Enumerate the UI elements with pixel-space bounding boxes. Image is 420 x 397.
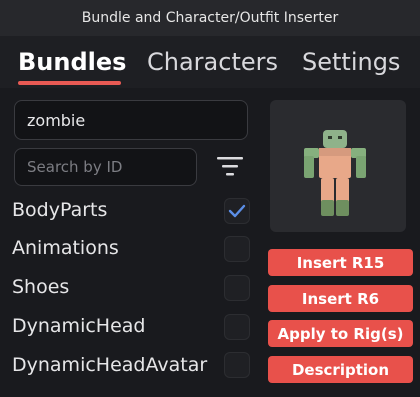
filter-icon[interactable]	[217, 157, 243, 177]
active-tab-indicator	[18, 81, 121, 85]
insert-r15-button[interactable]: Insert R15	[268, 249, 413, 276]
title-bar: Bundle and Character/Outfit Inserter	[0, 0, 420, 36]
search-by-id-input[interactable]: Search by ID	[14, 148, 197, 186]
bundle-search-input[interactable]: zombie	[14, 100, 248, 140]
filter-label-shoes: Shoes	[12, 276, 70, 298]
checkbox-dynamicheadavatar[interactable]	[224, 352, 250, 378]
filter-label-bodyparts: BodyParts	[12, 199, 108, 221]
checkbox-animations[interactable]	[224, 236, 250, 262]
checkbox-dynamichead[interactable]	[224, 314, 250, 340]
filter-label-dynamichead: DynamicHead	[12, 315, 146, 337]
filter-label-dynamicheadavatar: DynamicHeadAvatar	[12, 354, 208, 376]
tab-bar: Bundles Characters Settings	[0, 36, 420, 88]
apply-to-rig-button[interactable]: Apply to Rig(s)	[268, 320, 413, 347]
checkmark-icon	[228, 204, 246, 218]
checkbox-shoes[interactable]	[224, 275, 250, 301]
filter-label-animations: Animations	[12, 237, 119, 259]
window-title: Bundle and Character/Outfit Inserter	[81, 10, 339, 26]
tab-characters[interactable]: Characters	[147, 48, 278, 76]
insert-r6-button[interactable]: Insert R6	[268, 285, 413, 312]
checkbox-bodyparts[interactable]	[224, 198, 250, 224]
tab-settings[interactable]: Settings	[302, 48, 400, 76]
zombie-avatar-thumbnail	[304, 130, 366, 216]
tab-bundles[interactable]: Bundles	[18, 48, 126, 76]
description-button[interactable]: Description	[268, 356, 413, 383]
bundle-preview	[270, 100, 406, 232]
